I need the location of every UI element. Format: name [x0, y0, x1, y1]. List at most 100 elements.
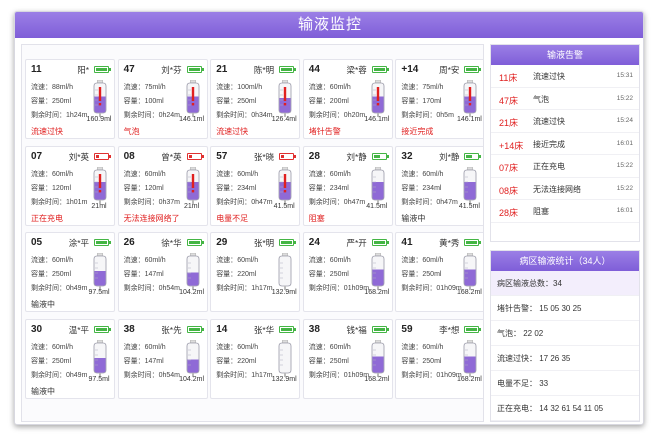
patient-name: 刘*芬	[161, 65, 182, 75]
alarm-row[interactable]: 07床 正在充电 15:22	[491, 155, 639, 178]
volume-line: 容量：250ml	[401, 269, 441, 279]
remaining-line: 剩余时间：1h24m	[31, 110, 87, 120]
patient-name: 严*开	[346, 238, 367, 248]
bed-card[interactable]: 38 钱*福 流速：60ml/h 容量：250ml 剩余时间：01h09m 168.2ml	[302, 318, 393, 399]
alarm-row[interactable]: 11床 流速过快 15:31	[491, 65, 639, 88]
bed-card[interactable]: 29 张*明 流速：60ml/h 容量：220ml 剩余时间：1h17m 132.9ml	[210, 232, 301, 312]
remaining-line: 剩余时间：0h47m	[401, 197, 457, 207]
speed-line: 流速：60ml/h	[124, 169, 166, 179]
bed-card[interactable]: 21 陈*明 流速：100ml/h 容量：250ml 剩余时间：0h34m 126.4ml…	[210, 59, 301, 139]
field-value: 250ml	[329, 357, 349, 365]
bed-number: 11	[31, 64, 42, 75]
status-text: 输液中	[31, 300, 55, 309]
status-text: 流速过快	[31, 127, 63, 136]
battery-icon	[464, 152, 482, 160]
alarm-list: 11床 流速过快 15:31 47床 气泡 15:22 21床 流速过快 15:24 +14床 接近…	[491, 65, 639, 223]
alarm-row[interactable]: 47床 气泡 15:22	[491, 88, 639, 110]
bag-volume: 97.5ml	[88, 375, 110, 383]
battery-icon	[186, 66, 204, 73]
field-label: 容量：	[308, 184, 330, 192]
alarm-type: 阻塞	[533, 207, 549, 216]
status-text: 无法连接网络了	[123, 213, 180, 223]
bed-card[interactable]: 11 阳* 流速：88ml/h 容量：250ml 剩余时间：1h24m 160.9ml 流速…	[25, 59, 115, 139]
bed-card[interactable]: 47 刘*芬 流速：75ml/h 容量：100ml 剩余时间：0h24m 146.1ml 气…	[117, 59, 208, 139]
iv-bag-icon	[93, 253, 107, 290]
alarm-row[interactable]: 08床 无法连接网络 15:22	[491, 178, 639, 200]
bag-volume: 146.1ml	[179, 116, 205, 123]
field-label: 流速：	[31, 84, 52, 91]
field-value: 60ml/h	[329, 343, 351, 351]
status-text: 流速过快	[216, 127, 249, 136]
field-label: 流速：	[123, 343, 145, 351]
bed-card[interactable]: 07 刘*英 流速：60ml/h 容量：120ml 剩余时间：1h01m 21ml 正在充电	[25, 145, 115, 226]
page-title: 输液监控	[15, 12, 643, 38]
bed-card[interactable]: 41 黄*秀 流速：60ml/h 容量：250ml 剩余时间：01h09m 168.2ml	[395, 232, 483, 312]
field-label: 容量：	[123, 357, 145, 365]
field-label: 剩余时间：	[401, 112, 437, 119]
field-value: 88ml/h	[52, 84, 74, 91]
bed-number: 30	[31, 323, 43, 335]
field-label: 流速：	[401, 343, 423, 351]
iv-bag-icon	[93, 166, 107, 204]
patient-name: 黄*秀	[439, 238, 460, 248]
patient-name: 曾*英	[161, 151, 182, 162]
battery-icon	[186, 152, 204, 160]
field-value: 250ml	[52, 357, 72, 365]
bed-number: 47	[123, 64, 135, 75]
alarm-row[interactable]: 28床 阻塞 16:01	[491, 200, 639, 223]
field-label: 容量：	[31, 98, 52, 105]
bed-card[interactable]: 28 刘*静 流速：60ml/h 容量：234ml 剩余时间：0h47m 41.5ml 阻塞	[302, 145, 393, 226]
bed-card[interactable]: 24 严*开 流速：60ml/h 容量：250ml 剩余时间：01h09m 168.2ml	[302, 232, 393, 312]
bed-card[interactable]: 05 涂*平 流速：60ml/h 容量：250ml 剩余时间：0h49m 97.5ml 输液…	[25, 232, 115, 312]
field-label: 剩余时间：	[401, 371, 437, 379]
field-label: 流速：	[308, 343, 330, 351]
volume-line: 容量：220ml	[216, 356, 256, 366]
iv-bag-icon	[371, 253, 385, 290]
patient-name: 陈*明	[253, 65, 275, 75]
remaining-line: 剩余时间：0h49m	[31, 370, 87, 380]
volume-line: 容量：234ml	[309, 183, 349, 193]
speed-line: 流速：100ml/h	[216, 82, 262, 92]
field-label: 流速：	[401, 84, 423, 91]
stats-row: 流速过快： 17 26 35	[491, 346, 639, 371]
volume-line: 容量：234ml	[216, 183, 256, 193]
patient-name: 涂*平	[68, 238, 89, 248]
volume-line: 容量：250ml	[216, 96, 256, 106]
battery-icon	[186, 325, 204, 333]
bed-card[interactable]: 26 徐*华 流速：60ml/h 容量：147ml 剩余时间：0h54m 104.2ml	[117, 232, 208, 312]
patient-name: 张*明	[253, 238, 275, 248]
bed-card[interactable]: 14 张*华 流速：60ml/h 容量：220ml 剩余时间：1h17m 132.9ml	[210, 318, 301, 399]
field-label: 剩余时间：	[308, 285, 344, 292]
volume-line: 容量：100ml	[124, 96, 164, 106]
alarm-bed: +14床	[499, 140, 524, 151]
bed-card[interactable]: +14 周*安 流速：75ml/h 容量：170ml 剩余时间：0h5m 146.1ml 接…	[395, 59, 483, 139]
bed-number: 08	[123, 150, 135, 162]
bed-card[interactable]: 38 张*先 流速：60ml/h 容量：147ml 剩余时间：0h54m 104.2ml	[117, 318, 208, 399]
field-label: 剩余时间：	[216, 371, 252, 379]
bed-card[interactable]: 32 刘*静 流速：60ml/h 容量：234ml 剩余时间：0h47m 41.5ml 输液…	[395, 145, 483, 226]
volume-line: 容量：200ml	[309, 96, 349, 106]
bed-card[interactable]: 30 温*平 流速：60ml/h 容量：250ml 剩余时间：0h49m 97.5ml 输液…	[25, 318, 115, 399]
field-value: 234ml	[422, 184, 442, 192]
bed-card[interactable]: 08 曾*英 流速：60ml/h 容量：120ml 剩余时间：0h37m 21ml 无法连接…	[117, 145, 208, 226]
bed-card[interactable]: 44 梁*蓉 流速：60ml/h 容量：200ml 剩余时间：0h20m 146.1ml 堵…	[302, 59, 393, 139]
alarm-row[interactable]: 21床 流速过快 15:24	[491, 110, 639, 133]
field-label: 容量：	[308, 98, 330, 105]
speed-line: 流速：60ml/h	[309, 169, 351, 179]
patient-name: 钱*福	[346, 324, 367, 335]
bag-volume: 168.2ml	[364, 289, 390, 296]
volume-line: 容量：170ml	[401, 96, 441, 106]
bed-card[interactable]: 59 李*想 流速：60ml/h 容量：250ml 剩余时间：01h09m 168.2ml	[395, 318, 483, 399]
battery-icon	[94, 239, 111, 246]
stats-row: 电量不足： 33	[491, 371, 639, 396]
iv-bag-icon	[278, 339, 292, 377]
bed-number: 32	[401, 150, 413, 162]
bed-card[interactable]: 57 张*晓 流速：60ml/h 容量：234ml 剩余时间：0h47m 41.5ml 电量…	[210, 145, 301, 226]
field-value: 120ml	[144, 184, 164, 192]
field-label: 容量：	[401, 271, 423, 278]
remaining-line: 剩余时间：0h49m	[31, 283, 87, 293]
patient-name: 张*先	[161, 324, 182, 335]
field-label: 流速：	[123, 84, 145, 91]
iv-bag-icon	[186, 80, 199, 117]
alarm-row[interactable]: +14床 接近完成 16:01	[491, 133, 639, 155]
